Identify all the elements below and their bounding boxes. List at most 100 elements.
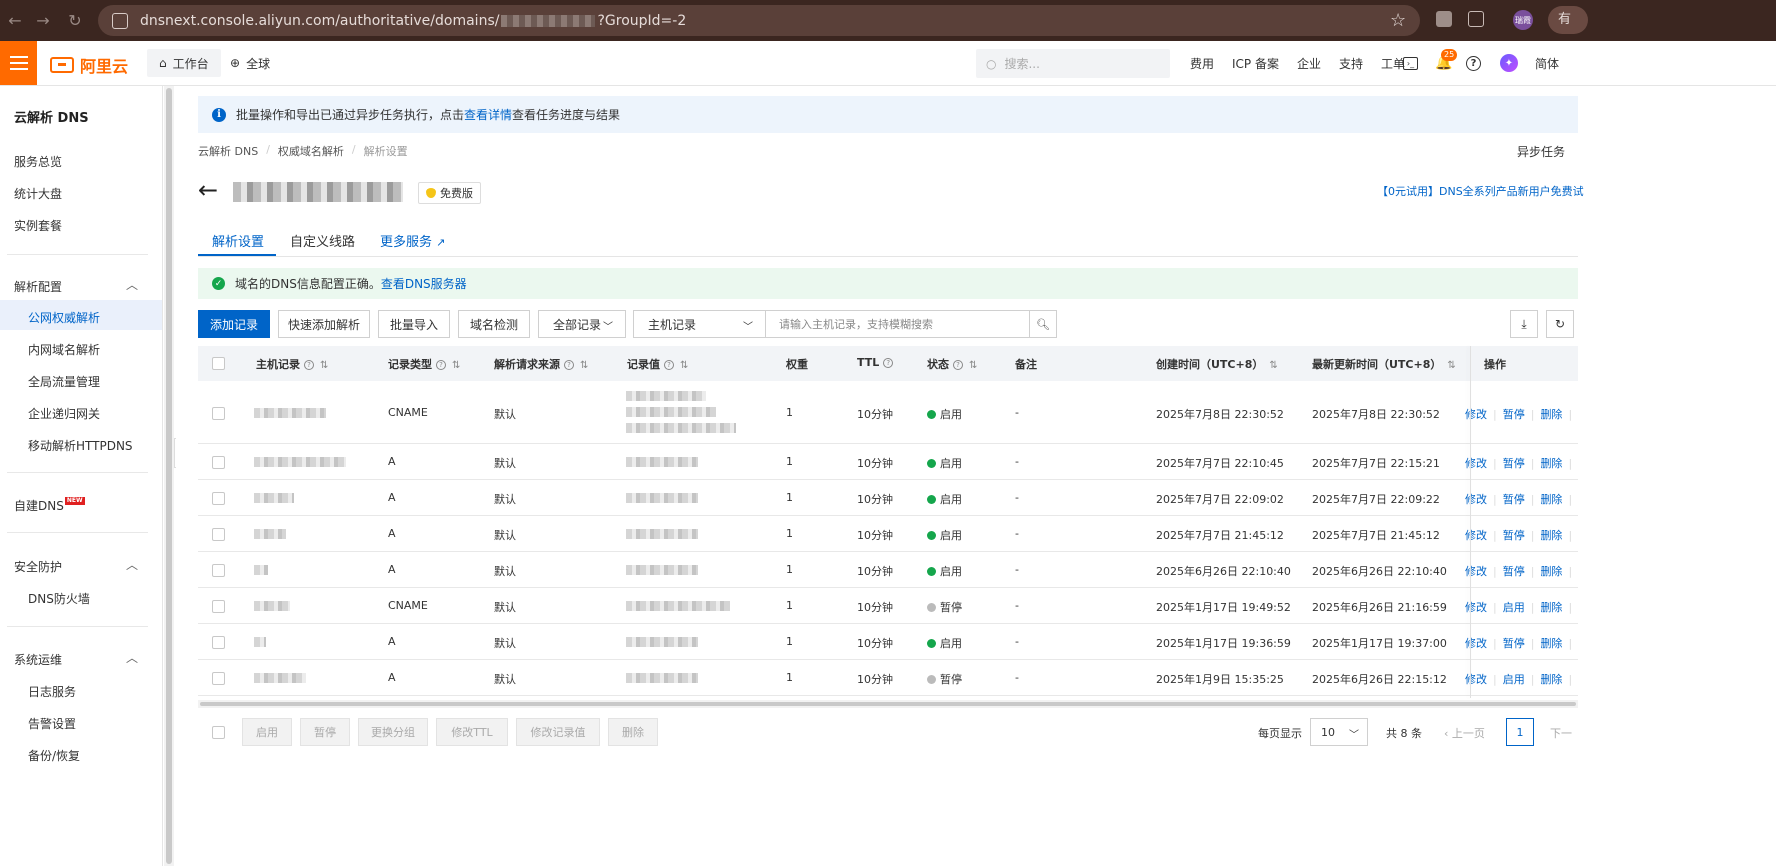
chevron-up-icon[interactable]: ︿ xyxy=(126,556,138,573)
hamburger-menu-icon[interactable] xyxy=(0,41,37,85)
extension-icon[interactable] xyxy=(1436,11,1452,27)
header-updated[interactable]: 最新更新时间（UTC+8） ⇅ xyxy=(1312,356,1456,372)
host-search-input[interactable] xyxy=(779,317,1019,331)
profile-avatar[interactable]: 瑞霞 xyxy=(1513,10,1533,30)
sort-icon[interactable]: ⇅ xyxy=(680,360,688,371)
sidebar-scrollbar[interactable] xyxy=(164,86,174,866)
sidebar-item-backup[interactable]: 备份/恢复 xyxy=(28,747,80,764)
global-search-input[interactable] xyxy=(1004,56,1155,71)
global-search[interactable]: ○ xyxy=(976,49,1170,78)
batch-pause-button[interactable]: 暂停 xyxy=(300,718,350,746)
batch-modify-value-button[interactable]: 修改记录值 xyxy=(516,718,600,746)
prev-page-button[interactable]: ‹ 上一页 xyxy=(1444,725,1485,741)
sort-icon[interactable]: ⇅ xyxy=(320,360,328,371)
modify-link[interactable]: 修改 xyxy=(1465,529,1487,542)
modify-link[interactable]: 修改 xyxy=(1465,637,1487,650)
modify-link[interactable]: 修改 xyxy=(1465,601,1487,614)
notice-detail-link[interactable]: 查看详情 xyxy=(464,108,512,122)
row-checkbox[interactable] xyxy=(212,456,225,469)
breadcrumb-item[interactable]: 权威域名解析 xyxy=(278,143,344,159)
nav-link-icp[interactable]: ICP 备案 xyxy=(1232,55,1279,72)
view-dns-servers-link[interactable]: 查看DNS服务器 xyxy=(381,277,467,291)
sidebar-item-instances[interactable]: 实例套餐 xyxy=(14,217,62,234)
help-icon[interactable]: ? xyxy=(564,360,574,370)
nav-link-support[interactable]: 支持 xyxy=(1339,55,1363,72)
row-checkbox[interactable] xyxy=(212,564,225,577)
bookmark-star-icon[interactable]: ☆ xyxy=(1390,10,1406,31)
batch-import-button[interactable]: 批量导入 xyxy=(378,310,450,338)
sort-icon[interactable]: ⇅ xyxy=(1447,360,1455,371)
refresh-button[interactable]: ↻ xyxy=(1546,310,1574,338)
host-search-box[interactable] xyxy=(765,310,1030,338)
toggle-status-link[interactable]: 暂停 xyxy=(1503,408,1525,421)
search-field-select[interactable]: 主机记录 ﹀ xyxy=(633,310,766,338)
modify-link[interactable]: 修改 xyxy=(1465,408,1487,421)
sidebar-item-private-zone[interactable]: 内网域名解析 xyxy=(28,341,100,358)
sort-icon[interactable]: ⇅ xyxy=(452,360,460,371)
help-icon[interactable]: ? xyxy=(436,360,446,370)
header-host[interactable]: 主机记录? ⇅ xyxy=(256,356,328,372)
delete-link[interactable]: 删除 xyxy=(1540,457,1562,470)
search-submit-button[interactable]: 🔍︎ xyxy=(1029,310,1057,338)
site-settings-icon[interactable] xyxy=(112,12,128,29)
delete-link[interactable]: 删除 xyxy=(1540,637,1562,650)
scrollbar-thumb[interactable] xyxy=(200,702,1576,706)
promo-link[interactable]: 【0元试用】DNS全系列产品新用户免费试 xyxy=(1377,183,1584,199)
chevron-up-icon[interactable]: ︿ xyxy=(126,276,138,293)
sidebar-item-public-authoritative[interactable]: 公网权威解析 xyxy=(28,309,100,326)
nav-link-tickets[interactable]: 工单 xyxy=(1381,55,1405,72)
modify-link[interactable]: 修改 xyxy=(1465,565,1487,578)
delete-link[interactable]: 删除 xyxy=(1540,565,1562,578)
record-filter-select[interactable]: 全部记录 ﹀ xyxy=(538,310,626,338)
nav-link-billing[interactable]: 费用 xyxy=(1190,55,1214,72)
add-record-button[interactable]: 添加记录 xyxy=(198,310,270,338)
select-all-checkbox[interactable] xyxy=(212,357,225,370)
sidebar-group-security[interactable]: 安全防护 xyxy=(14,558,62,575)
sidebar-group-ops[interactable]: 系统运维 xyxy=(14,651,62,668)
row-checkbox[interactable] xyxy=(212,407,225,420)
header-status[interactable]: 状态? ⇅ xyxy=(927,356,977,372)
language-switch[interactable]: 简体 xyxy=(1535,55,1559,72)
page-number-current[interactable]: 1 xyxy=(1506,718,1534,746)
header-type[interactable]: 记录类型? ⇅ xyxy=(388,356,460,372)
address-bar[interactable]: dnsnext.console.aliyun.com/authoritative… xyxy=(98,5,1420,36)
sidebar-item-recursive-gateway[interactable]: 企业递归网关 xyxy=(28,405,100,422)
export-button[interactable]: ⤓ xyxy=(1510,310,1538,338)
ai-assistant-icon[interactable]: ✦ xyxy=(1500,54,1518,72)
nav-link-enterprise[interactable]: 企业 xyxy=(1297,55,1321,72)
row-checkbox[interactable] xyxy=(212,600,225,613)
page-size-select[interactable]: 10 ﹀ xyxy=(1310,718,1368,746)
toggle-status-link[interactable]: 暂停 xyxy=(1503,565,1525,578)
header-value[interactable]: 记录值? ⇅ xyxy=(627,356,688,372)
header-created[interactable]: 创建时间（UTC+8） ⇅ xyxy=(1156,356,1278,372)
row-checkbox[interactable] xyxy=(212,636,225,649)
footer-select-all-checkbox[interactable] xyxy=(212,726,225,739)
delete-link[interactable]: 删除 xyxy=(1540,673,1562,686)
header-source[interactable]: 解析请求来源? ⇅ xyxy=(494,356,588,372)
modify-link[interactable]: 修改 xyxy=(1465,493,1487,506)
row-checkbox[interactable] xyxy=(212,492,225,505)
sidebar-item-self-dns[interactable]: 自建DNS NEW xyxy=(14,497,85,514)
browser-menu-button[interactable]: 有 xyxy=(1548,6,1588,34)
batch-enable-button[interactable]: 启用 xyxy=(242,718,292,746)
breadcrumb-item[interactable]: 云解析 DNS xyxy=(198,143,258,159)
sort-icon[interactable]: ⇅ xyxy=(580,360,588,371)
aliyun-logo[interactable]: 阿里云 xyxy=(50,53,128,77)
row-checkbox[interactable] xyxy=(212,528,225,541)
delete-link[interactable]: 删除 xyxy=(1540,529,1562,542)
help-icon[interactable]: ? xyxy=(664,360,674,370)
delete-link[interactable]: 删除 xyxy=(1540,493,1562,506)
tab-dns-settings[interactable]: 解析设置 xyxy=(212,231,264,250)
workbench-button[interactable]: ⌂ 工作台 xyxy=(147,49,221,77)
delete-link[interactable]: 删除 xyxy=(1540,408,1562,421)
reload-icon[interactable]: ↻ xyxy=(60,5,90,35)
toggle-status-link[interactable]: 暂停 xyxy=(1503,457,1525,470)
help-icon[interactable]: ? xyxy=(953,360,963,370)
help-icon[interactable]: ? xyxy=(883,358,894,368)
sidebar-item-httpdns[interactable]: 移动解析HTTPDNS xyxy=(28,437,133,454)
batch-delete-button[interactable]: 删除 xyxy=(608,718,658,746)
forward-icon[interactable]: → xyxy=(28,5,58,35)
toggle-status-link[interactable]: 暂停 xyxy=(1503,637,1525,650)
modify-link[interactable]: 修改 xyxy=(1465,673,1487,686)
tab-more-services[interactable]: 更多服务 ↗ xyxy=(380,231,445,250)
